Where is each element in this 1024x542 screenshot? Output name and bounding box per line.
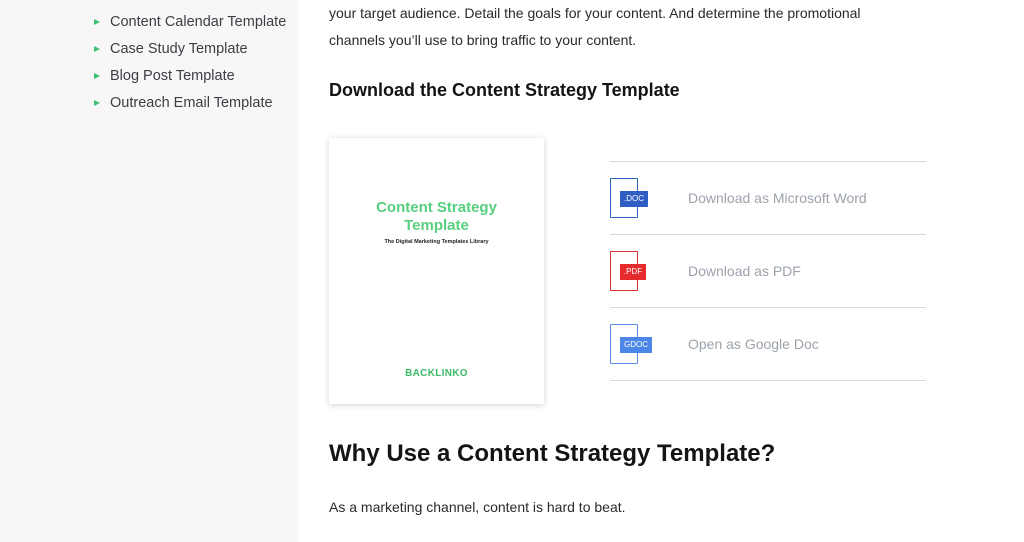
file-type-badge: .DOC xyxy=(620,191,648,207)
card-title: Content Strategy Template xyxy=(329,199,544,235)
toc-item-label: Blog Post Template xyxy=(110,67,235,84)
why-paragraph: As a marketing channel, content is hard … xyxy=(329,499,626,515)
download-label: Open as Google Doc xyxy=(688,336,819,352)
toc-item-case-study-template[interactable]: Case Study Template xyxy=(94,35,286,62)
download-options: .DOC Download as Microsoft Word .PDF Dow… xyxy=(610,161,926,381)
template-preview-card[interactable]: Content Strategy Template The Digital Ma… xyxy=(329,138,544,404)
toc-item-blog-post-template[interactable]: Blog Post Template xyxy=(94,62,286,89)
open-google-doc-link[interactable]: GDOC Open as Google Doc xyxy=(610,308,926,381)
doc-file-icon: .DOC xyxy=(610,178,648,218)
backlinko-logo: BACKLINKO xyxy=(405,368,468,379)
download-pdf-link[interactable]: .PDF Download as PDF xyxy=(610,235,926,308)
intro-line: channels you’ll use to bring traffic to … xyxy=(329,32,637,48)
download-label: Download as Microsoft Word xyxy=(688,190,867,206)
intro-line: your target audience. Detail the goals f… xyxy=(329,5,861,21)
triangle-bullet-icon xyxy=(94,19,100,25)
toc-item-outreach-email-template[interactable]: Outreach Email Template xyxy=(94,89,286,116)
triangle-bullet-icon xyxy=(94,46,100,52)
card-title-line: Template xyxy=(404,217,469,234)
intro-paragraph: your target audience. Detail the goals f… xyxy=(329,0,909,54)
triangle-bullet-icon xyxy=(94,100,100,106)
why-heading: Why Use a Content Strategy Template? xyxy=(329,440,776,467)
google-doc-file-icon: GDOC xyxy=(610,324,652,364)
file-type-badge: GDOC xyxy=(620,337,652,353)
card-title-line: Content Strategy xyxy=(376,199,497,216)
triangle-bullet-icon xyxy=(94,73,100,79)
download-word-link[interactable]: .DOC Download as Microsoft Word xyxy=(610,162,926,235)
toc-item-label: Content Calendar Template xyxy=(110,13,287,30)
pdf-file-icon: .PDF xyxy=(610,251,646,291)
download-heading: Download the Content Strategy Template xyxy=(329,80,680,100)
table-of-contents: Content Calendar Template Case Study Tem… xyxy=(94,8,286,116)
download-label: Download as PDF xyxy=(688,263,801,279)
toc-item-content-calendar-template[interactable]: Content Calendar Template xyxy=(94,8,286,35)
file-type-badge: .PDF xyxy=(620,264,646,280)
toc-item-label: Case Study Template xyxy=(110,40,248,57)
toc-item-label: Outreach Email Template xyxy=(110,94,273,111)
card-subtitle: The Digital Marketing Templates Library xyxy=(384,239,489,245)
sidebar: Content Calendar Template Case Study Tem… xyxy=(0,0,298,542)
